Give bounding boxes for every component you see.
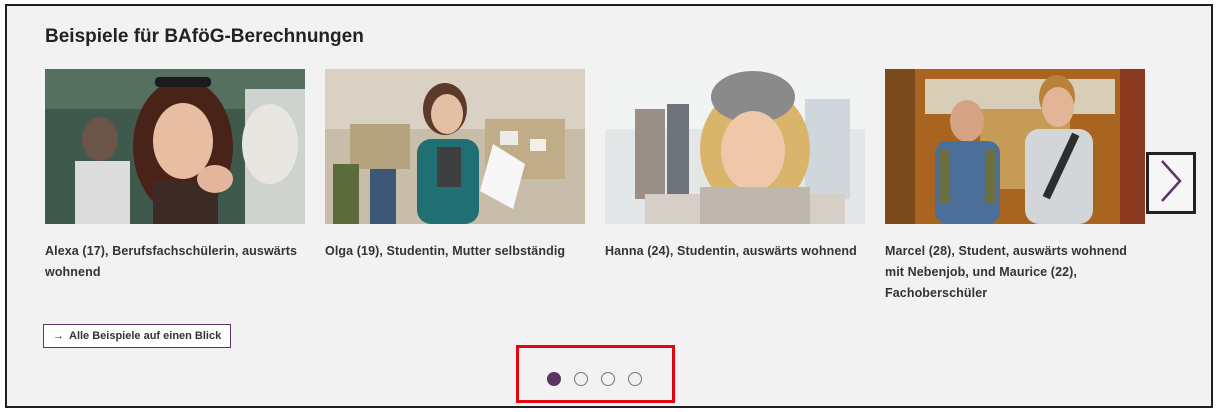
photo-illustration [885,69,1145,224]
carousel-dot-2[interactable] [574,372,588,386]
example-card-olga[interactable]: Olga (19), Studentin, Mutter selbständig [325,69,585,262]
example-caption-marcel-maurice[interactable]: Marcel (28), Student, auswärts wohnend m… [885,241,1145,304]
carousel-dot-1-active[interactable] [547,372,561,386]
example-photo-hanna[interactable] [605,69,865,224]
example-card-marcel-maurice[interactable]: Marcel (28), Student, auswärts wohnend m… [885,69,1145,304]
examples-section: Beispiele für BAföG-Berechnungen Alexa (… [5,4,1213,408]
example-caption-olga[interactable]: Olga (19), Studentin, Mutter selbständig [325,241,585,262]
example-caption-hanna[interactable]: Hanna (24), Studentin, auswärts wohnend [605,241,865,262]
carousel-dot-4[interactable] [628,372,642,386]
carousel-dot-3[interactable] [601,372,615,386]
section-title: Beispiele für BAföG-Berechnungen [45,26,364,47]
carousel-next-button[interactable] [1146,152,1196,214]
carousel-pagination [516,345,675,403]
all-examples-link[interactable]: → Alle Beispiele auf einen Blick [43,324,232,348]
example-photo-marcel-maurice[interactable] [885,69,1145,224]
example-photo-alexa[interactable] [45,69,305,224]
example-photo-olga[interactable] [325,69,585,224]
example-card-alexa[interactable]: Alexa (17), Berufsfachschülerin, auswärt… [45,69,305,283]
chevron-right-icon [1158,158,1184,209]
photo-illustration [325,69,585,224]
all-examples-link-label: Alle Beispiele auf einen Blick [69,330,222,342]
photo-illustration [605,69,865,224]
arrow-right-icon: → [53,330,64,342]
example-card-hanna[interactable]: Hanna (24), Studentin, auswärts wohnend [605,69,865,262]
example-caption-alexa[interactable]: Alexa (17), Berufsfachschülerin, auswärt… [45,241,305,283]
photo-illustration [45,69,305,224]
